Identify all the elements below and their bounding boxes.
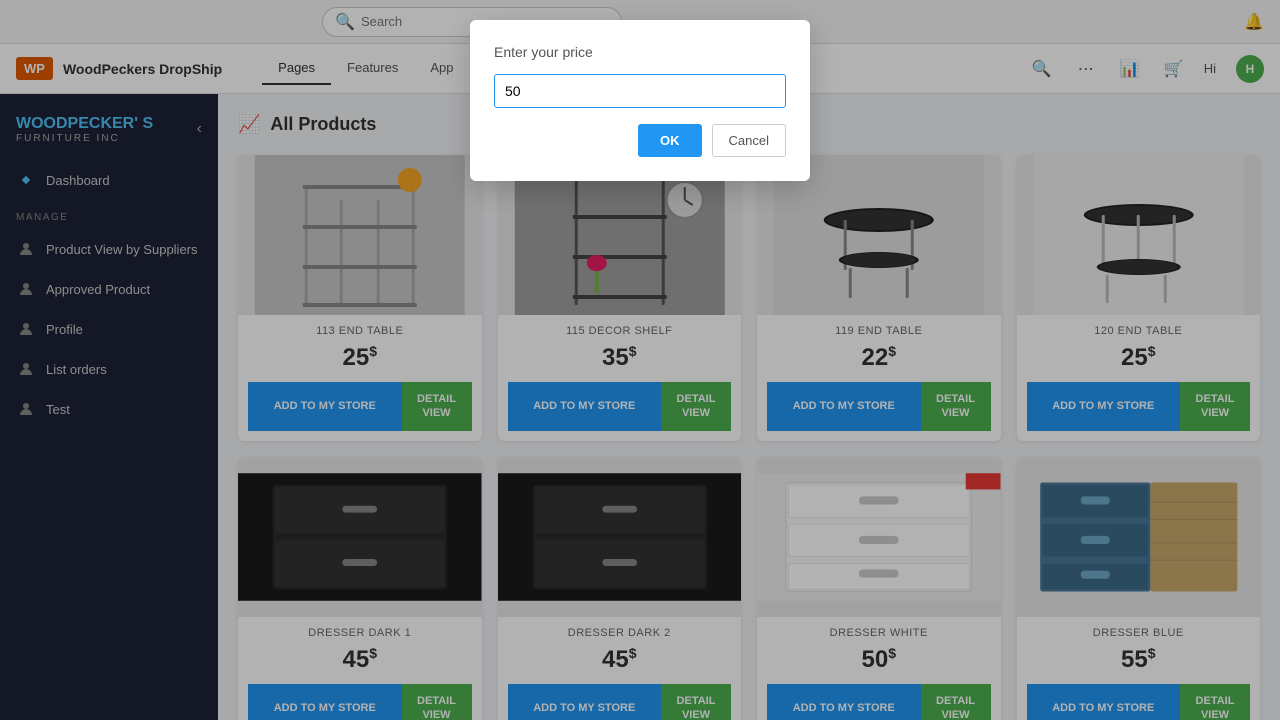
dialog-ok-button[interactable]: OK xyxy=(638,124,702,157)
price-input[interactable] xyxy=(494,74,786,108)
dialog-title: Enter your price xyxy=(494,44,786,60)
price-dialog: Enter your price OK Cancel xyxy=(470,20,810,181)
dialog-cancel-button[interactable]: Cancel xyxy=(712,124,786,157)
dialog-actions: OK Cancel xyxy=(494,124,786,157)
dialog-overlay: Enter your price OK Cancel xyxy=(0,0,1280,720)
